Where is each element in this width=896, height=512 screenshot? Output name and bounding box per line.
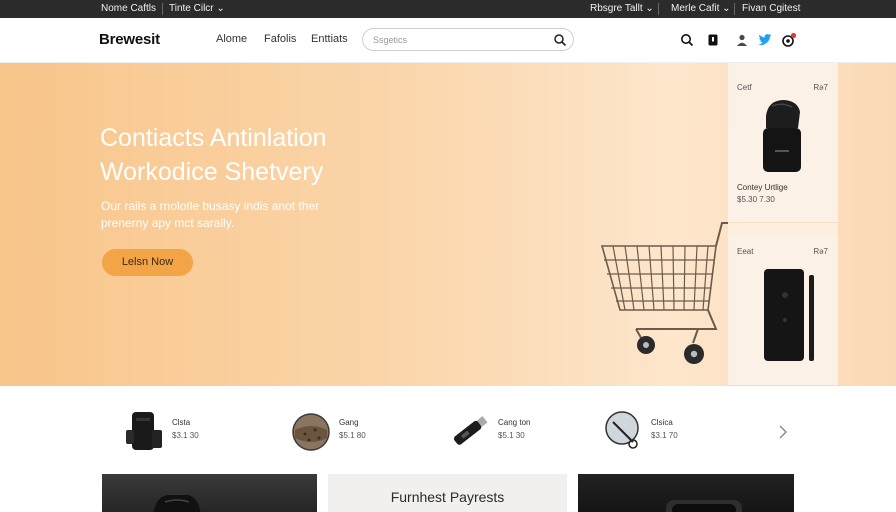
topbar-dropdown-left-label: Tinte Cilcr (169, 3, 214, 14)
bookmark-icon[interactable] (705, 32, 721, 48)
featured-card[interactable]: Cetf Rə7 Contey Urtlige $5.30 7.30 (728, 63, 838, 223)
featured-card-tag-right: Rə7 (813, 83, 828, 92)
search-icon[interactable] (679, 32, 695, 48)
product-price: $5.1 80 (339, 431, 366, 440)
topbar-link-home[interactable]: Nome Caftls (101, 3, 156, 14)
product-name: Clsica (651, 418, 673, 427)
search-input[interactable] (373, 33, 543, 47)
product-price: $3.1 70 (651, 431, 678, 440)
nav-item-home[interactable]: Alome (216, 33, 247, 45)
chevron-down-icon: ⌄ (645, 3, 654, 14)
product-item[interactable]: Clsica $3.1 70 (603, 408, 693, 454)
product-price: $5.1 30 (498, 431, 525, 440)
device-image (153, 495, 201, 512)
product-carousel: Clsta $3.1 30 Gang $5.1 80 Cang ton $5.1… (0, 386, 896, 474)
search-icon[interactable] (553, 33, 567, 47)
promo-tile-middle[interactable]: Furnhest Payrests (328, 474, 567, 512)
backpack-image (126, 412, 162, 450)
cart-icon[interactable] (781, 32, 797, 48)
coffee-beans-image (292, 413, 330, 451)
topbar-link-right[interactable]: Fivan Cgitest (742, 3, 800, 14)
promo-tile-right[interactable] (578, 474, 794, 512)
hero-subtitle: Our rails a rnolotle busasy indis anot t… (101, 199, 320, 230)
main-header: Brewesit Alome Fafolis Enttiats (0, 18, 896, 63)
top-utility-bar: Nome Caftls Tinte Cilcr ⌄ Rbsgre Tallt ⌄… (0, 0, 896, 18)
product-item[interactable]: Gang $5.1 80 (291, 408, 381, 454)
topbar-divider (162, 3, 163, 15)
featured-card-name: Contey Urtlige (737, 183, 788, 192)
hero-banner: Contiacts Antinlation Workodice Shetvery… (0, 63, 896, 386)
promo-tile-left[interactable] (102, 474, 317, 512)
promo-tile-title: Furnhest Payrests (390, 489, 505, 505)
featured-card-price: $5.30 7.30 (737, 195, 775, 204)
topbar-dropdown-right[interactable]: Rbsgre Tallt ⌄ (590, 3, 654, 14)
product-name: Gang (339, 418, 359, 427)
topbar-dropdown-left[interactable]: Tinte Cilcr ⌄ (169, 3, 225, 14)
site-logo[interactable]: Brewesit (99, 31, 160, 48)
chevron-down-icon: ⌄ (216, 3, 225, 14)
chevron-right-icon[interactable] (776, 422, 790, 442)
featured-card-tag: Cetf (737, 83, 752, 92)
featured-card[interactable]: Eeat Rə7 (728, 235, 838, 386)
key-tool-image (605, 411, 639, 449)
featured-products-panel: Cetf Rə7 Contey Urtlige $5.30 7.30 Eeat … (728, 63, 838, 386)
product-item[interactable]: Clsta $3.1 30 (124, 408, 214, 454)
hero-title: Contiacts Antinlation Workodice Shetvery (100, 124, 327, 186)
chevron-down-icon: ⌄ (722, 3, 731, 14)
user-icon[interactable] (734, 32, 750, 48)
product-item[interactable]: Cang ton $5.1 30 (450, 408, 550, 454)
coffee-maker-image (763, 100, 801, 172)
twitter-icon[interactable] (757, 32, 773, 48)
topbar-dropdown-account-label: Merle Cafit (671, 3, 720, 14)
featured-card-tag-right: Rə7 (813, 247, 828, 256)
nav-item-products[interactable]: Fafolis (264, 33, 296, 45)
topbar-divider (658, 3, 659, 15)
product-name: Cang ton (498, 418, 531, 427)
product-price: $3.1 30 (172, 431, 199, 440)
topbar-dropdown-right-label: Rbsgre Tallt (590, 3, 643, 14)
search-bar (362, 28, 574, 51)
device-image (666, 500, 742, 512)
nav-item-entities[interactable]: Enttiats (311, 33, 348, 45)
product-name: Clsta (172, 418, 191, 427)
phone-device-image (764, 269, 814, 361)
featured-card-tag: Eeat (737, 247, 754, 256)
topbar-divider (734, 3, 735, 15)
learn-now-button[interactable]: Lelsn Now (102, 249, 193, 276)
usb-drive-image (453, 416, 488, 445)
topbar-dropdown-account[interactable]: Merle Cafit ⌄ (671, 3, 731, 14)
